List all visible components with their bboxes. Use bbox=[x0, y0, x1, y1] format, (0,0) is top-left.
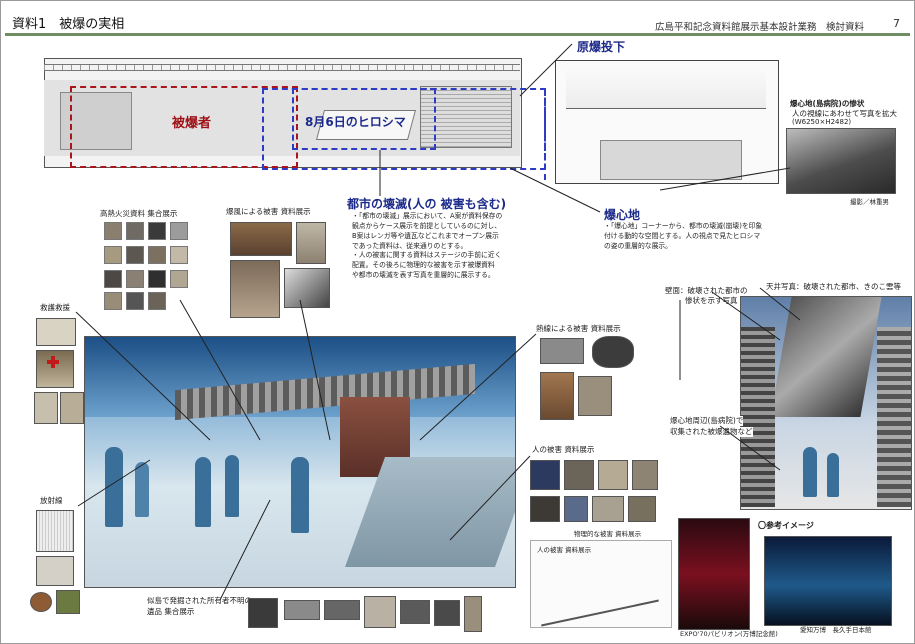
leader-lines bbox=[75, 43, 801, 601]
